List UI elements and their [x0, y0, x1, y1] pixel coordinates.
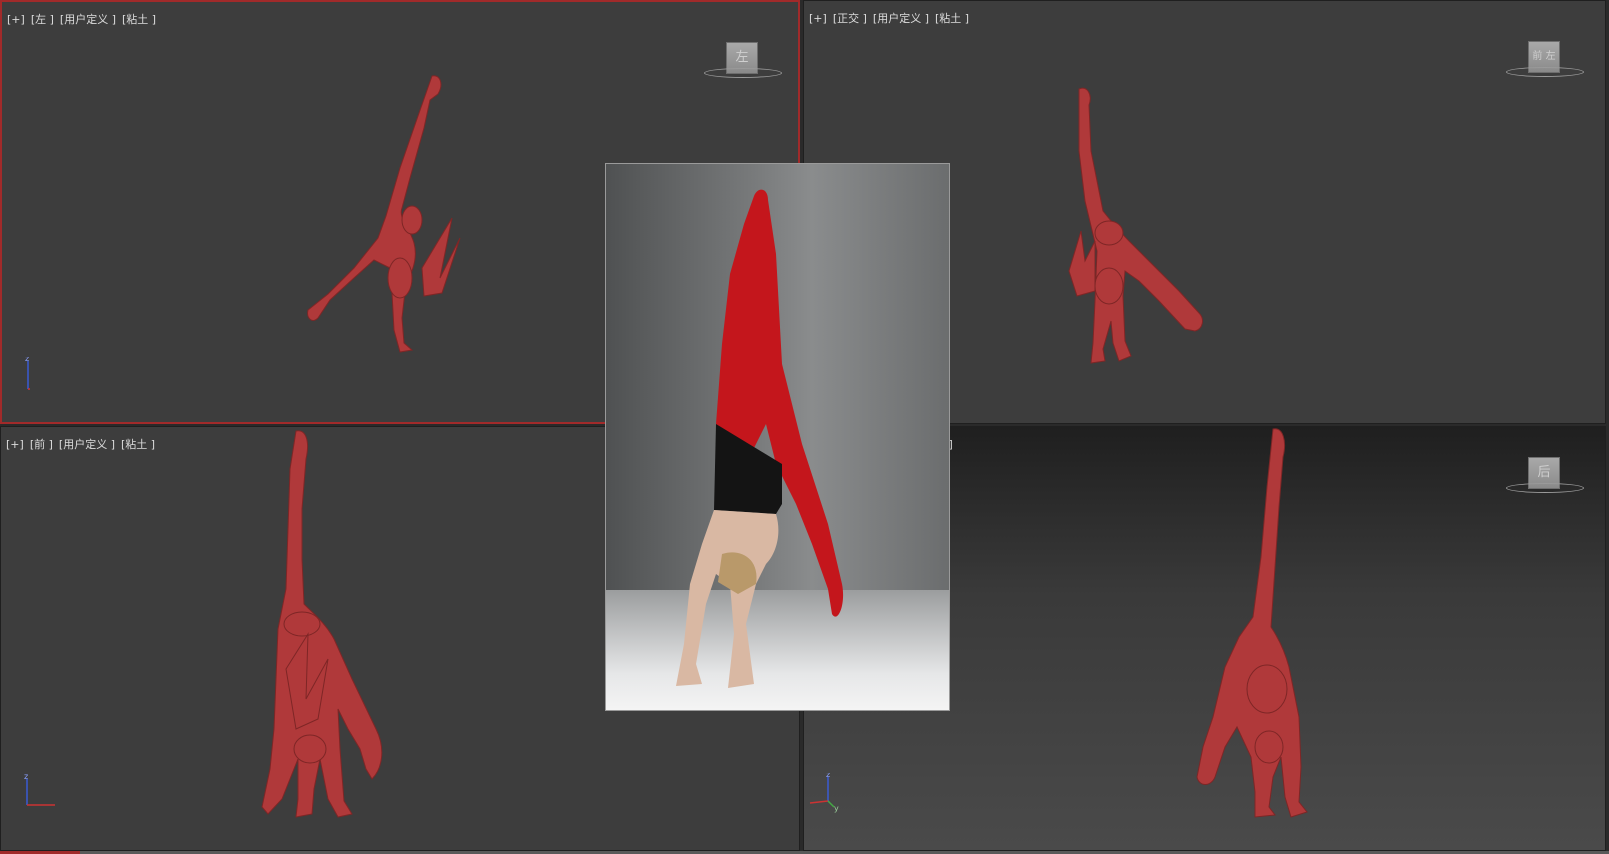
- viewcube[interactable]: 前 左: [1504, 41, 1584, 81]
- viewport-label-menu: [+] [左 ] [用户定义 ] [粘土 ]: [7, 11, 162, 27]
- viewcube[interactable]: 左: [702, 42, 782, 82]
- viewcube-compass-ring[interactable]: [1506, 483, 1584, 493]
- handstand-silhouette: [676, 189, 844, 688]
- viewport-plus-menu[interactable]: [+]: [809, 12, 827, 25]
- viewport-plus-menu[interactable]: [+]: [7, 13, 25, 26]
- clay-figure-ortho-view[interactable]: [1059, 81, 1239, 376]
- clay-figure-perspective-view[interactable]: [1189, 427, 1349, 837]
- viewcube[interactable]: 后: [1504, 457, 1584, 497]
- viewport-view-menu[interactable]: [用户定义 ]: [60, 13, 116, 26]
- viewport-plus-menu[interactable]: [+]: [6, 438, 24, 451]
- axis-y-label: y: [834, 804, 839, 813]
- viewport-pov-menu[interactable]: [左 ]: [31, 13, 54, 26]
- viewport-pov-menu[interactable]: [正交 ]: [833, 12, 867, 25]
- axis-z-label: z: [25, 357, 29, 363]
- viewport-shading-menu[interactable]: [粘土 ]: [121, 438, 155, 451]
- viewcube-compass-ring[interactable]: [704, 68, 782, 78]
- reference-image-handstand[interactable]: [605, 163, 950, 711]
- clay-figure-front-view[interactable]: [256, 429, 406, 829]
- viewport-shading-menu[interactable]: [粘土 ]: [122, 13, 156, 26]
- axis-tripod: z y: [809, 773, 839, 813]
- viewcube-compass-ring[interactable]: [1506, 67, 1584, 77]
- axis-tripod: z: [24, 773, 55, 806]
- axis-z-label: z: [826, 773, 830, 779]
- viewport-label-menu: [+] [前 ] [用户定义 ] [粘土 ]: [6, 436, 161, 452]
- axis-tripod: z: [25, 357, 30, 390]
- viewport-view-menu[interactable]: [用户定义 ]: [59, 438, 115, 451]
- clay-figure-left-view[interactable]: [302, 68, 482, 363]
- viewport-pov-menu[interactable]: [前 ]: [30, 438, 53, 451]
- viewport-view-menu[interactable]: [用户定义 ]: [873, 12, 929, 25]
- max-workspace: [+] [左 ] [用户定义 ] [粘土 ] 左 z [+] [正交 ] [用户定义 ][…: [0, 0, 1609, 854]
- axis-z-label: z: [24, 773, 28, 781]
- viewport-label-menu: [+] [正交 ] [用户定义 ] [粘土 ]: [809, 10, 975, 26]
- viewport-shading-menu[interactable]: [粘土 ]: [935, 12, 969, 25]
